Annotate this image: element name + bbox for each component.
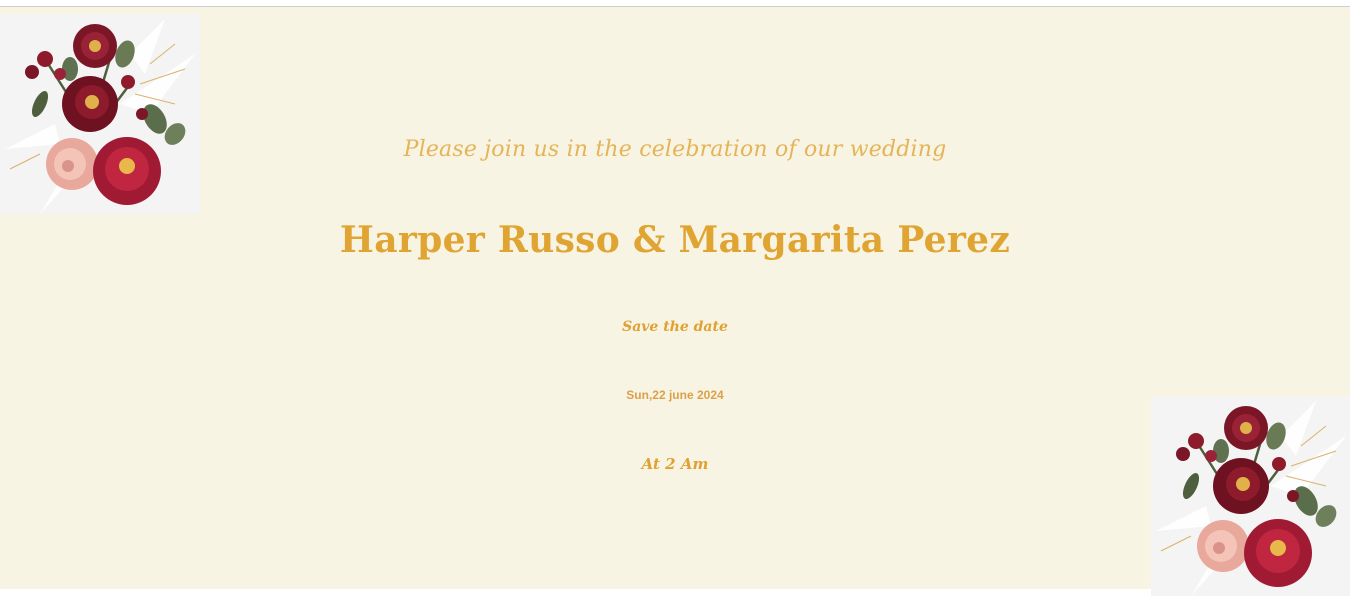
save-the-date-label: Save the date: [622, 319, 728, 335]
couple-names-heading: Harper Russo & Margarita Perez: [339, 219, 1011, 261]
rose-bouquet-graphic: [5, 19, 195, 214]
event-date: Sun,22 june 2024: [626, 388, 724, 402]
invite-line: Please join us in the celebration of our…: [403, 137, 947, 162]
invitation-card: Please join us in the celebration of our…: [0, 6, 1350, 596]
event-time: At 2 Am: [641, 455, 709, 473]
rose-bouquet-icon: [1151, 396, 1350, 596]
rose-bouquet-graphic: [1156, 401, 1346, 596]
rose-bouquet-icon: [0, 14, 200, 214]
